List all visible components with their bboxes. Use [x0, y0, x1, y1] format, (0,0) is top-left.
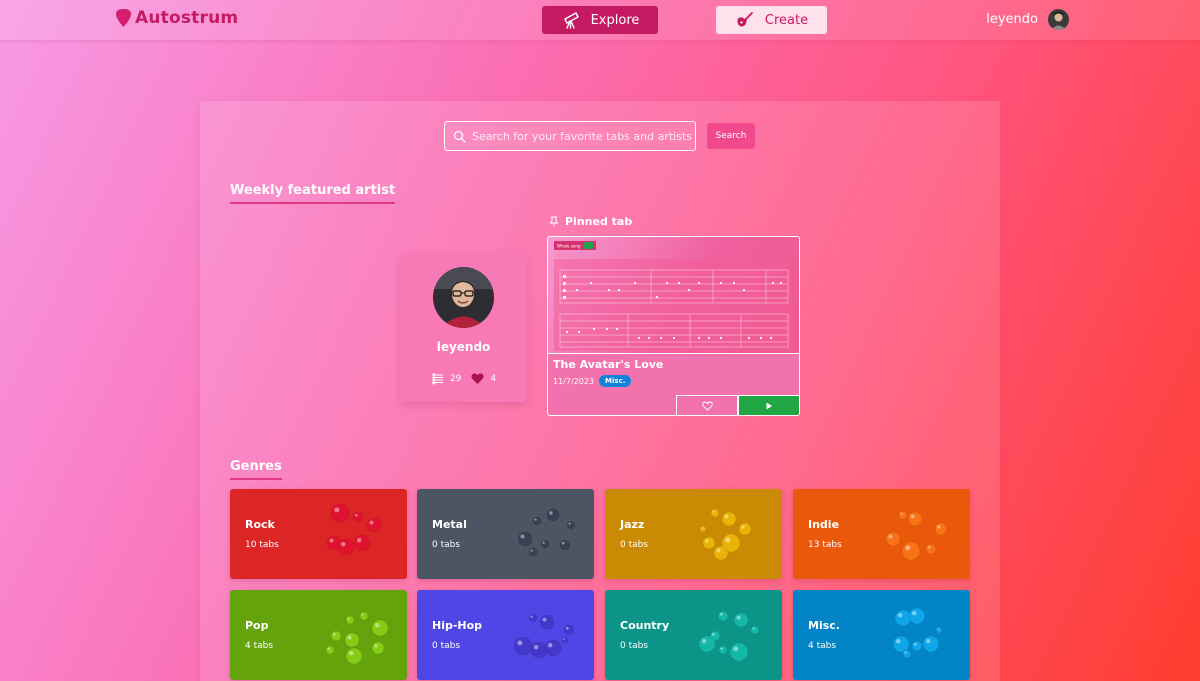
- top-nav: Autostrum Explore Create leyendo: [0, 0, 1200, 40]
- genre-card-country[interactable]: Country 0 tabs: [605, 590, 782, 680]
- genre-card-metal[interactable]: Metal 0 tabs: [417, 489, 594, 579]
- tabs-stat: 29: [431, 372, 461, 385]
- nav-username: leyendo: [986, 12, 1038, 27]
- brand[interactable]: Autostrum: [115, 8, 238, 28]
- artist-avatar: [433, 267, 494, 328]
- genre-tab-count: 0 tabs: [432, 641, 461, 651]
- heart-outline-icon: [701, 401, 713, 411]
- pin-icon: [549, 216, 559, 227]
- likes-stat: 4: [471, 372, 496, 385]
- genre-tab-count: 13 tabs: [808, 540, 842, 550]
- bubbles-decoration-icon: [325, 611, 389, 665]
- search-field[interactable]: [444, 121, 696, 151]
- bubbles-decoration-icon: [698, 610, 760, 662]
- explore-label: Explore: [590, 12, 640, 28]
- featured-artist-heading: Weekly featured artist: [230, 183, 396, 204]
- genres-heading: Genres: [230, 459, 282, 480]
- tab-date: 11/7/2023: [553, 376, 595, 386]
- genre-card-jazz[interactable]: Jazz 0 tabs: [605, 489, 782, 579]
- genre-card-pop[interactable]: Pop 4 tabs: [230, 590, 407, 680]
- genre-tab-count: 0 tabs: [620, 540, 649, 550]
- tabs-count: 29: [449, 373, 462, 384]
- explore-nav-button[interactable]: Explore: [542, 6, 658, 34]
- genre-name: Misc.: [808, 619, 840, 632]
- create-label: Create: [764, 12, 809, 28]
- featured-artist-card[interactable]: leyendo 29 4: [400, 253, 527, 402]
- genre-tab-count: 4 tabs: [245, 641, 274, 651]
- genre-card-misc[interactable]: Misc. 4 tabs: [793, 590, 970, 680]
- genre-name: Rock: [245, 518, 275, 531]
- genre-tab-count: 4 tabs: [808, 641, 837, 651]
- genre-name: Indie: [808, 518, 840, 531]
- play-icon: [766, 402, 772, 409]
- genre-name: Country: [620, 619, 670, 632]
- tab-title[interactable]: The Avatar's Love: [553, 358, 663, 371]
- user-avatar[interactable]: [1048, 9, 1069, 30]
- bubbles-decoration-icon: [699, 508, 752, 561]
- pinned-tab-card[interactable]: Whole song The Avatar's Love 11/7/2023 M…: [547, 236, 800, 416]
- brand-name: Autostrum: [135, 8, 239, 28]
- genre-tab-count: 10 tabs: [245, 540, 279, 550]
- bubbles-decoration-icon: [892, 607, 943, 659]
- genre-name: Hip-Hop: [432, 619, 483, 632]
- tab-meta: 11/7/2023 Misc.: [553, 375, 632, 387]
- guitar-icon: [737, 12, 753, 27]
- tab-preview[interactable]: Whole song: [548, 237, 799, 354]
- likes-count: 4: [490, 373, 497, 384]
- artist-stats: 29 4: [400, 372, 527, 385]
- genre-name: Metal: [432, 518, 467, 531]
- user-menu[interactable]: leyendo: [986, 9, 1069, 30]
- telescope-icon: [563, 12, 579, 29]
- guitar-pick-logo-icon: [116, 9, 131, 27]
- like-button[interactable]: [676, 395, 738, 415]
- search-icon: [453, 130, 466, 143]
- genre-name: Pop: [245, 619, 269, 632]
- search-button[interactable]: Search: [707, 123, 755, 149]
- bubbles-decoration-icon: [885, 510, 948, 561]
- genre-tab-count: 0 tabs: [432, 540, 461, 550]
- bubbles-decoration-icon: [326, 503, 382, 556]
- pinned-tab-label: Pinned tab: [549, 215, 632, 228]
- genre-badge: Misc.: [599, 375, 632, 387]
- create-nav-button[interactable]: Create: [716, 6, 827, 34]
- pinned-label-text: Pinned tab: [565, 215, 633, 228]
- genre-name: Jazz: [620, 518, 645, 531]
- genre-tab-count: 0 tabs: [620, 641, 649, 651]
- sheet-music-icon: [431, 373, 443, 385]
- heart-icon: [471, 373, 484, 384]
- genre-card-hiphop[interactable]: Hip-Hop 0 tabs: [417, 590, 594, 680]
- bubbles-decoration-icon: [517, 508, 576, 557]
- explore-panel: Search Weekly featured artist leyendo: [200, 101, 1000, 681]
- preview-section-label: Whole song: [557, 244, 581, 249]
- play-button[interactable]: [738, 395, 799, 415]
- bubbles-decoration-icon: [513, 613, 575, 659]
- search-input[interactable]: [472, 129, 692, 143]
- genre-card-rock[interactable]: Rock 10 tabs: [230, 489, 407, 579]
- genre-card-indie[interactable]: Indie 13 tabs: [793, 489, 970, 579]
- artist-name: leyendo: [436, 340, 491, 354]
